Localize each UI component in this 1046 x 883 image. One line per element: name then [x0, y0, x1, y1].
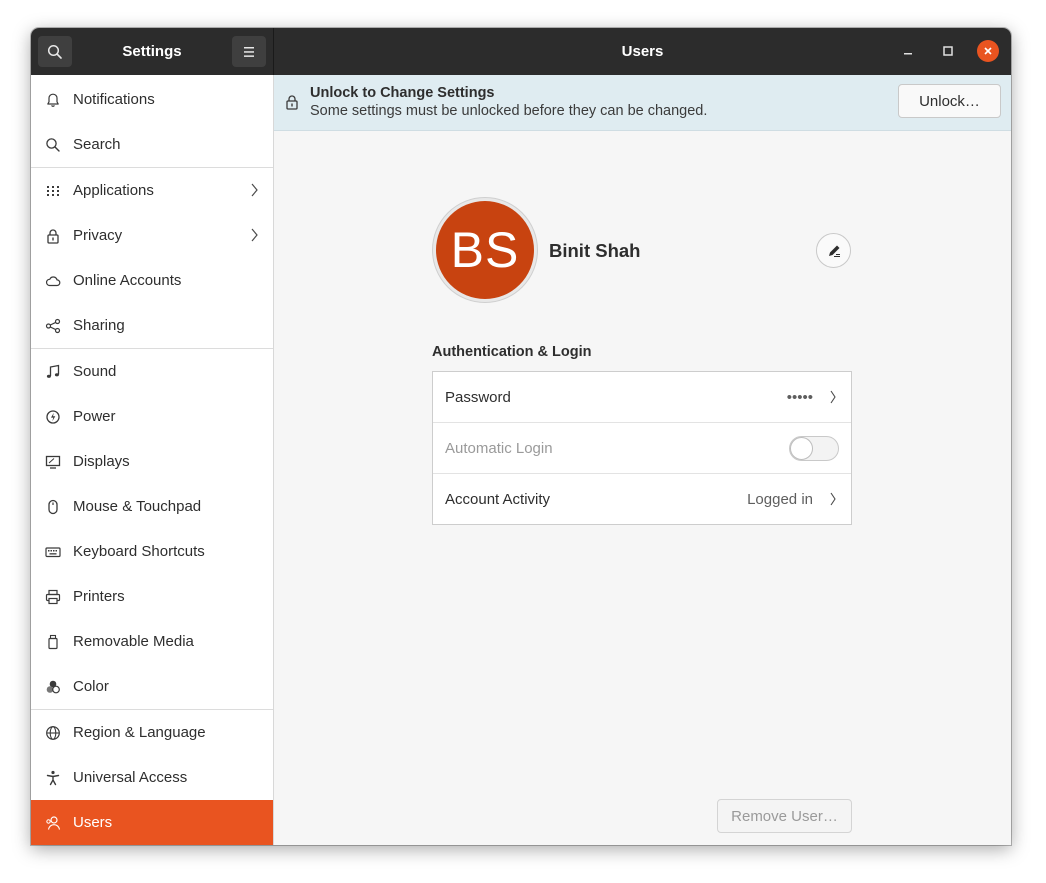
sidebar-item-label: Region & Language	[73, 724, 206, 741]
share-icon	[45, 318, 61, 334]
avatar-button[interactable]: BS	[432, 197, 538, 303]
sidebar-item-mouse-touchpad[interactable]: Mouse & Touchpad	[31, 484, 273, 529]
remove-user-button[interactable]: Remove User…	[717, 799, 852, 833]
sidebar-item-label: Removable Media	[73, 633, 194, 650]
accessibility-icon	[45, 770, 61, 786]
edit-name-button[interactable]	[816, 233, 851, 268]
sidebar-item-displays[interactable]: Displays	[31, 439, 273, 484]
cloud-icon	[45, 273, 61, 289]
sidebar-item-search[interactable]: Search	[31, 122, 273, 167]
chevron-right-icon	[251, 228, 258, 242]
lock-icon	[45, 228, 61, 244]
password-label: Password	[445, 389, 511, 406]
removable-media-icon	[45, 634, 61, 650]
chevron-right-icon	[830, 390, 836, 404]
sidebar-item-keyboard-shortcuts[interactable]: Keyboard Shortcuts	[31, 529, 273, 574]
display-icon	[45, 454, 61, 470]
sidebar-item-label: Online Accounts	[73, 272, 182, 289]
keyboard-icon	[45, 544, 61, 560]
power-icon	[45, 409, 61, 425]
sidebar-item-label: Displays	[73, 453, 130, 470]
sidebar-item-label: Applications	[73, 182, 154, 199]
settings-window: Settings Users Notifications Search Appl…	[31, 28, 1011, 845]
unlock-infobar: Unlock to Change Settings Some settings …	[274, 75, 1011, 131]
account-activity-row[interactable]: Account Activity Logged in	[433, 474, 851, 525]
sidebar-item-removable-media[interactable]: Removable Media	[31, 619, 273, 664]
automatic-login-switch[interactable]	[789, 436, 839, 461]
unlock-button[interactable]: Unlock…	[898, 84, 1001, 118]
sidebar-item-printers[interactable]: Printers	[31, 574, 273, 619]
sidebar-item-label: Notifications	[73, 91, 155, 108]
maximize-button[interactable]	[937, 40, 959, 62]
sidebar-item-label: Color	[73, 678, 109, 695]
sidebar-item-label: Sharing	[73, 317, 125, 334]
sidebar-item-applications[interactable]: Applications	[31, 168, 273, 213]
maximize-icon	[943, 46, 953, 56]
switch-knob	[790, 437, 813, 460]
sidebar-item-label: Printers	[73, 588, 125, 605]
infobar-subtitle: Some settings must be unlocked before th…	[310, 103, 708, 119]
sidebar-item-power[interactable]: Power	[31, 394, 273, 439]
sidebar-item-label: Search	[73, 136, 121, 153]
close-button[interactable]	[977, 40, 999, 62]
hamburger-menu-icon	[244, 46, 254, 57]
settings-title: Settings	[122, 43, 182, 60]
pencil-icon	[828, 245, 840, 257]
password-row[interactable]: Password •••••	[433, 372, 851, 423]
sidebar-item-universal-access[interactable]: Universal Access	[31, 755, 273, 800]
header-bar: Settings Users	[31, 28, 1011, 75]
chevron-right-icon	[251, 183, 258, 197]
bell-icon	[45, 92, 61, 108]
sidebar-item-sharing[interactable]: Sharing	[31, 303, 273, 348]
lock-icon	[286, 95, 298, 110]
printer-icon	[45, 589, 61, 605]
menu-button[interactable]	[232, 36, 266, 67]
sidebar-item-label: Keyboard Shortcuts	[73, 543, 205, 560]
account-activity-label: Account Activity	[445, 491, 551, 508]
sidebar-item-label: Universal Access	[73, 769, 188, 786]
automatic-login-row: Automatic Login	[433, 423, 851, 474]
sidebar-item-color[interactable]: Color	[31, 664, 273, 709]
sidebar: Notifications Search Applications Privac…	[31, 75, 274, 845]
avatar: BS	[436, 201, 534, 299]
search-icon	[45, 137, 61, 153]
minimize-icon	[904, 53, 912, 55]
close-icon	[984, 47, 992, 55]
search-icon	[47, 44, 62, 59]
mouse-icon	[45, 499, 61, 515]
users-icon	[45, 815, 61, 831]
globe-icon	[45, 725, 61, 741]
sidebar-item-privacy[interactable]: Privacy	[31, 213, 273, 258]
sidebar-item-sound[interactable]: Sound	[31, 349, 273, 394]
sidebar-item-label: Users	[73, 814, 113, 831]
sidebar-item-label: Sound	[73, 363, 117, 380]
sidebar-item-region-language[interactable]: Region & Language	[31, 710, 273, 755]
color-icon	[45, 679, 61, 695]
sidebar-item-online-accounts[interactable]: Online Accounts	[31, 258, 273, 303]
password-value: •••••	[786, 389, 813, 406]
sidebar-item-label: Mouse & Touchpad	[73, 498, 202, 515]
infobar-title: Unlock to Change Settings	[310, 85, 495, 101]
sidebar-item-label: Privacy	[73, 227, 123, 244]
sidebar-item-notifications[interactable]: Notifications	[31, 77, 273, 122]
minimize-button[interactable]	[897, 40, 919, 62]
apps-grid-icon	[45, 183, 61, 199]
music-note-icon	[45, 364, 61, 380]
search-button[interactable]	[38, 36, 72, 67]
sidebar-item-label: Power	[73, 408, 116, 425]
automatic-login-label: Automatic Login	[445, 440, 553, 457]
users-panel: Unlock to Change Settings Some settings …	[274, 75, 1011, 845]
account-activity-value: Logged in	[747, 491, 813, 508]
sidebar-item-users[interactable]: Users	[31, 800, 273, 845]
chevron-right-icon	[830, 492, 836, 506]
auth-list: Password ••••• Automatic Login Account A…	[432, 371, 852, 525]
section-title: Authentication & Login	[432, 344, 592, 360]
user-name: Binit Shah	[549, 240, 641, 261]
